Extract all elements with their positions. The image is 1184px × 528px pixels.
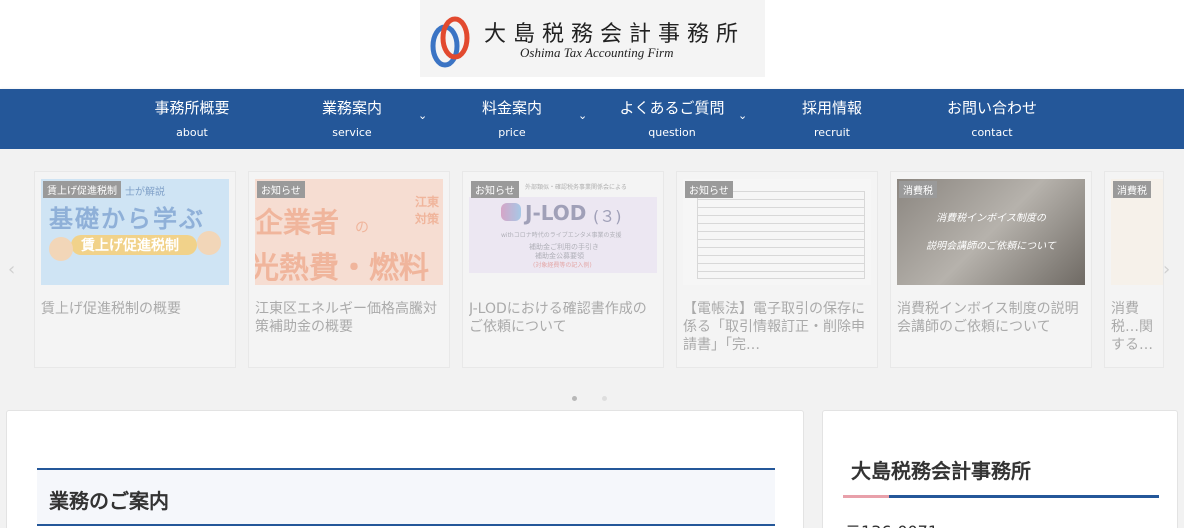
category-badge[interactable]: 消費税 <box>1113 181 1151 198</box>
thumb-text: (対象経費等の記入例) <box>533 262 592 269</box>
card-thumbnail: お知らせ <box>683 179 871 285</box>
nav-item-service[interactable]: 業務案内 service <box>292 89 412 149</box>
carousel-card[interactable]: 士が解説 基礎から学ぶ 賃上げ促進税制 賃上げ促進税制 賃上げ促進税制の概要 <box>34 171 236 368</box>
nav-sublabel: contact <box>971 126 1013 139</box>
card-thumbnail: 消費税インボイス制度の 説明会講師のご依頼について 消費税 <box>897 179 1085 285</box>
nav-item-question[interactable]: よくあるご質問 question <box>608 89 736 149</box>
thumb-text: 説明会講師のご依頼について <box>926 241 1056 252</box>
logo-name-en: Oshima Tax Accounting Firm <box>520 45 674 60</box>
nav-sublabel: service <box>332 126 372 139</box>
sidebar-title-underline <box>843 495 1159 498</box>
carousel-pagination <box>572 396 612 402</box>
post-carousel: ‹ › 士が解説 基礎から学ぶ 賃上げ促進税制 賃上げ促進税制 賃上げ促進税制の… <box>0 149 1184 401</box>
thumb-text: J-LOD <box>525 201 587 225</box>
pagination-dot[interactable] <box>602 396 607 401</box>
carousel-card[interactable]: 消費税 消費税…関する…ついて <box>1104 171 1164 368</box>
thumb-text: 光熱費・燃料 <box>255 251 429 285</box>
thumb-text: 賃上げ促進税制 <box>81 238 179 254</box>
form-document-image <box>697 191 865 279</box>
sidebar: 大島税務会計事務所 〒136-0071 <box>822 410 1178 528</box>
chevron-left-icon[interactable]: ‹ <box>8 259 15 280</box>
thumb-text: (３) <box>593 207 622 226</box>
nav-label: 業務案内 <box>321 99 382 117</box>
nav-sublabel: about <box>176 126 208 139</box>
section-title: 業務のご案内 <box>49 489 169 513</box>
card-title: J-LODにおける確認書作成のご依頼について <box>469 301 647 335</box>
card-title: 消費税…関する…ついて <box>1111 301 1153 356</box>
chevron-down-icon[interactable]: ⌄ <box>578 109 588 122</box>
carousel-card[interactable]: お知らせ 【電帳法】電子取引の保存に係る「取引情報訂正・削除申請書」「完… <box>676 171 878 368</box>
logo-rings-icon <box>430 16 470 68</box>
nav-sublabel: question <box>648 126 696 139</box>
thumb-text: 基礎から学ぶ <box>49 205 205 233</box>
person-illustration-icon <box>197 231 221 255</box>
chevron-down-icon[interactable]: ⌄ <box>418 109 428 122</box>
thumb-text: 外部類似・確認税务事業関係会による <box>525 184 627 191</box>
category-badge[interactable]: お知らせ <box>685 181 733 198</box>
category-badge[interactable]: 消費税 <box>899 181 937 198</box>
card-title: 賃上げ促進税制の概要 <box>41 301 181 317</box>
carousel-card[interactable]: 企業者 の 江東 対策 光熱費・燃料 お知らせ 江東区エネルギー価格高騰対策補助… <box>248 171 450 368</box>
nav-sublabel: price <box>498 126 526 139</box>
category-badge[interactable]: お知らせ <box>471 181 519 198</box>
pagination-dot-active[interactable] <box>572 396 577 401</box>
thumb-text: 士が解説 <box>125 187 165 198</box>
nav-item-contact[interactable]: お問い合わせ contact <box>922 89 1062 149</box>
site-header: 大島税務会計事務所 Oshima Tax Accounting Firm <box>0 0 1184 89</box>
global-nav: 事務所概要 about 業務案内 service ⌄ 料金案内 price ⌄ … <box>0 89 1184 149</box>
sidebar-title: 大島税務会計事務所 <box>851 459 1031 483</box>
category-badge[interactable]: 賃上げ促進税制 <box>43 181 121 198</box>
thumb-text: 消費税インボイス制度の <box>936 213 1046 224</box>
nav-label: 料金案内 <box>481 99 542 117</box>
card-thumbnail: 消費税 <box>1111 179 1163 285</box>
card-title: 消費税インボイス制度の説明会講師のご依頼について <box>897 301 1079 335</box>
nav-label: よくあるご質問 <box>619 99 725 117</box>
card-title: 【電帳法】電子取引の保存に係る「取引情報訂正・削除申請書」「完… <box>683 301 865 353</box>
person-illustration-icon <box>49 237 73 261</box>
carousel-card[interactable]: 消費税インボイス制度の 説明会講師のご依頼について 消費税 消費税インボイス制度… <box>890 171 1092 368</box>
sidebar-address: 〒136-0071 <box>845 518 938 528</box>
jlod-logo-icon <box>501 203 521 221</box>
card-thumbnail: 企業者 の 江東 対策 光熱費・燃料 お知らせ <box>255 179 443 285</box>
thumb-text: withコロナ時代のライブエンタメ事業の支援 <box>501 232 622 239</box>
nav-item-recruit[interactable]: 採用情報 recruit <box>772 89 892 149</box>
thumb-text: 江東 対策 <box>415 195 440 226</box>
nav-item-about[interactable]: 事務所概要 about <box>132 89 252 149</box>
nav-item-price[interactable]: 料金案内 price <box>452 89 572 149</box>
site-logo[interactable]: 大島税務会計事務所 Oshima Tax Accounting Firm <box>420 0 765 77</box>
category-badge[interactable]: お知らせ <box>257 181 305 198</box>
logo-name-jp: 大島税務会計事務所 <box>484 22 746 47</box>
nav-label: 採用情報 <box>801 99 862 117</box>
card-title: 江東区エネルギー価格高騰対策補助金の概要 <box>255 301 437 335</box>
chevron-right-icon[interactable]: › <box>1163 259 1170 280</box>
carousel-card[interactable]: 外部類似・確認税务事業関係会による J-LOD (３) withコロナ時代のライ… <box>462 171 664 368</box>
section-heading: 業務のご案内 <box>37 468 775 526</box>
thumb-text: の <box>355 220 369 236</box>
card-thumbnail: 外部類似・確認税务事業関係会による J-LOD (３) withコロナ時代のライ… <box>469 179 657 285</box>
card-thumbnail: 士が解説 基礎から学ぶ 賃上げ促進税制 賃上げ促進税制 <box>41 179 229 285</box>
main-content: 業務のご案内 <box>6 410 804 528</box>
nav-sublabel: recruit <box>814 126 850 139</box>
chevron-down-icon[interactable]: ⌄ <box>738 109 748 122</box>
nav-label: 事務所概要 <box>154 99 230 117</box>
thumb-text: 企業者 <box>255 206 340 239</box>
nav-label: お問い合わせ <box>946 99 1037 117</box>
